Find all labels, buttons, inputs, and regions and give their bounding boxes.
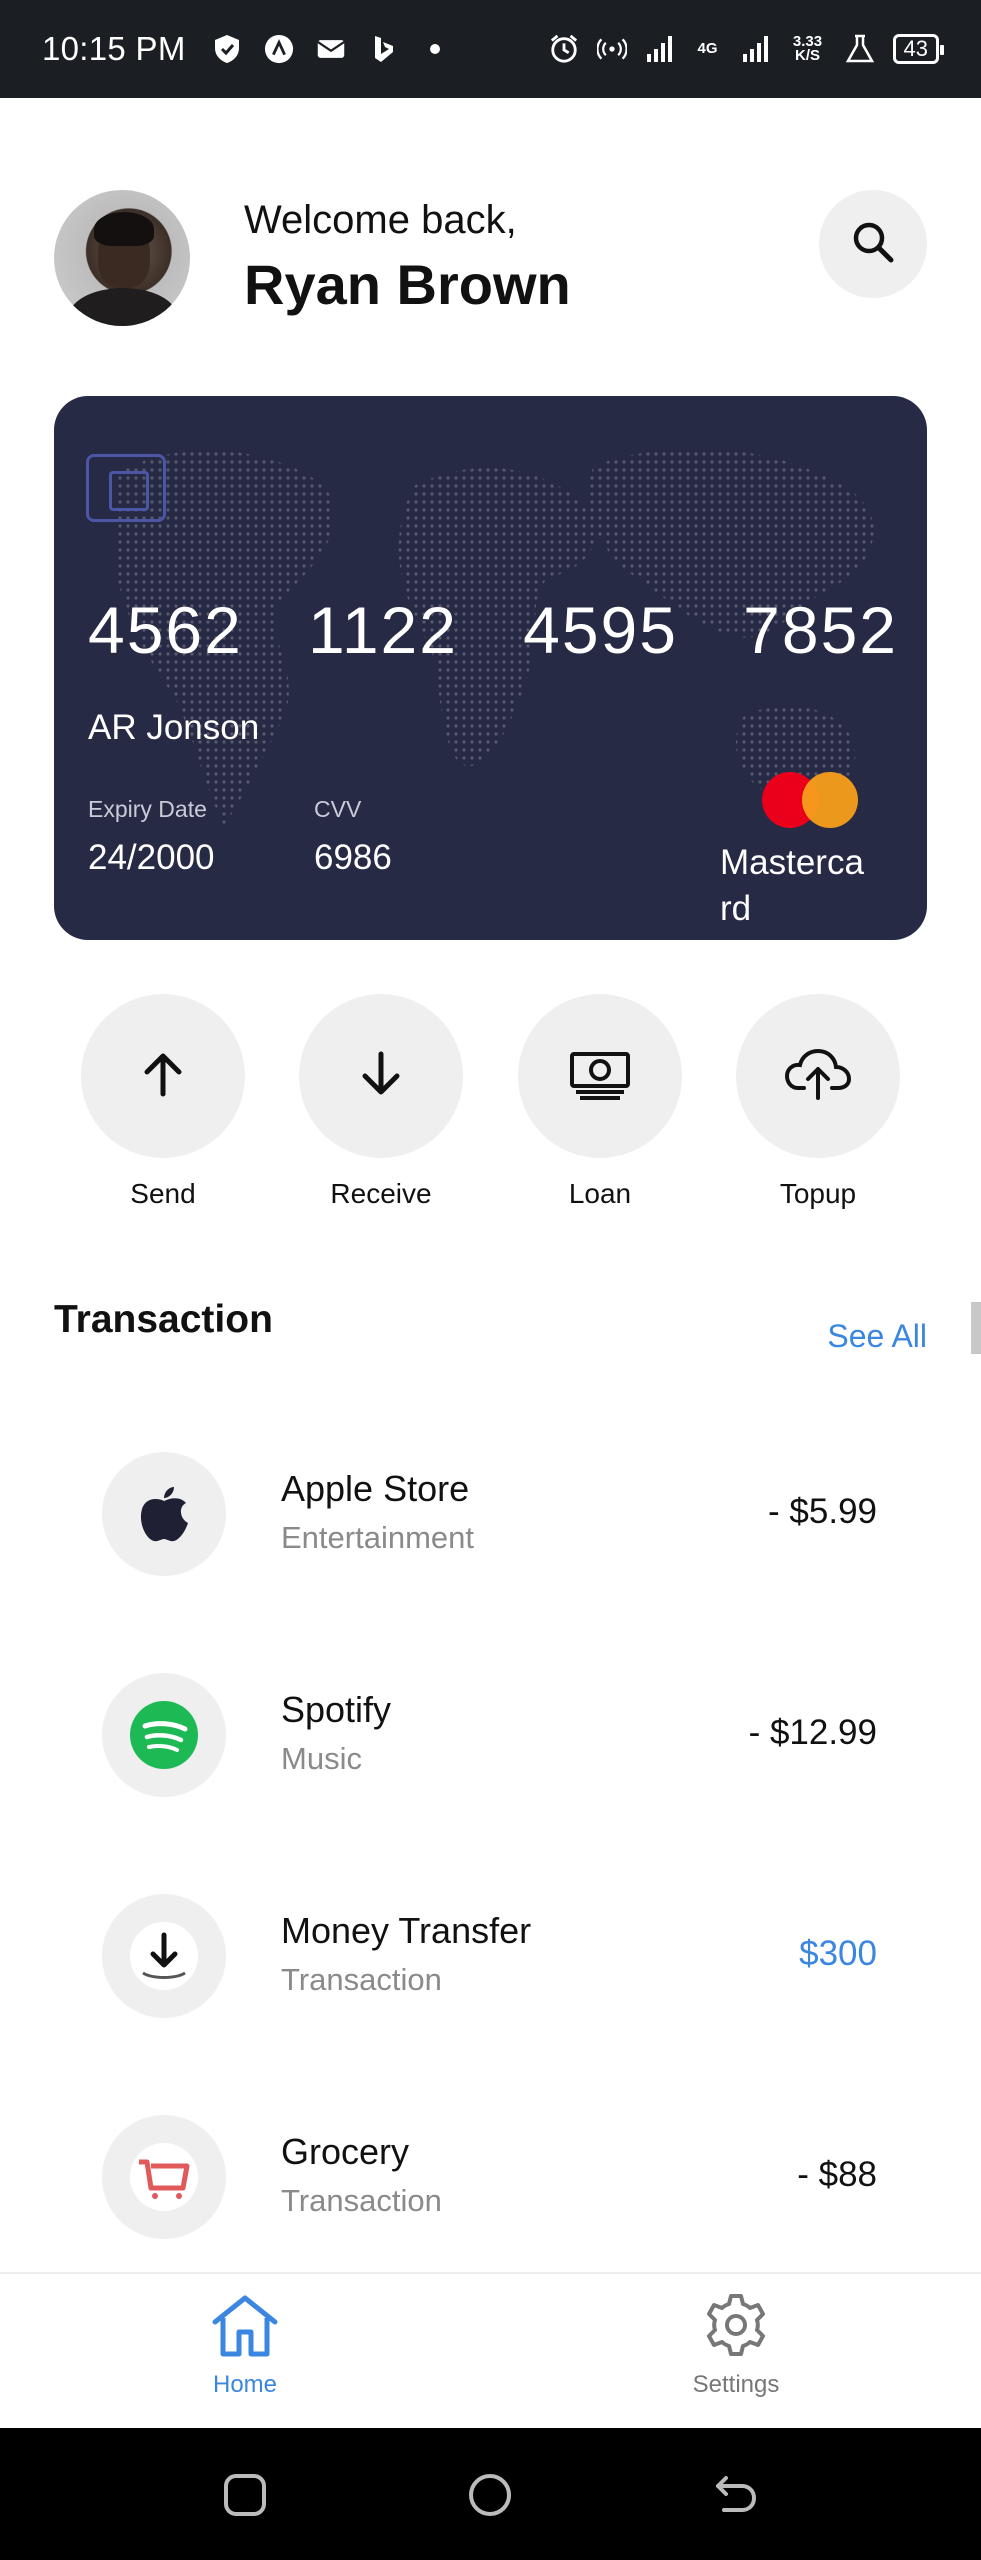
welcome-text: Welcome back, — [244, 198, 517, 242]
nav-home[interactable]: Home — [145, 2292, 345, 2399]
nav-settings-label: Settings — [692, 2371, 780, 2398]
notification-icons — [212, 34, 450, 64]
back-button[interactable] — [712, 2472, 758, 2518]
card-holder-name: AR Jonson — [88, 708, 260, 747]
flask-icon — [845, 34, 875, 64]
send-button[interactable]: Send — [81, 994, 245, 1210]
loan-label: Loan — [568, 1178, 632, 1209]
home-icon — [209, 2295, 281, 2362]
header: Welcome back, Ryan Brown — [54, 190, 927, 328]
nav-home-label: Home — [212, 2371, 278, 2398]
transaction-name: Money Transfer — [281, 1910, 532, 1951]
bottom-navigation: Home Settings — [0, 2272, 981, 2428]
user-name: Ryan Brown — [244, 253, 571, 316]
net-speed: 3.33 K/S — [789, 34, 827, 64]
status-time: 10:15 PM — [42, 30, 186, 67]
send-label: Send — [130, 1178, 196, 1209]
home-system-button[interactable] — [467, 2472, 513, 2518]
transaction-name: Apple Store — [281, 1468, 470, 1509]
cvv-value: 6986 — [314, 838, 392, 877]
cvv-label: CVV — [314, 796, 362, 822]
money-icon — [568, 1046, 632, 1107]
transaction-category: Entertainment — [281, 1520, 474, 1555]
card-brand: Mastercard — [720, 843, 864, 928]
mastercard-logo-icon — [762, 772, 862, 828]
status-bar: 10:15 PM 4G 3.33 K/S 43 — [0, 0, 981, 98]
expiry-label: Expiry Date — [88, 796, 207, 822]
transaction-amount: $300 — [799, 1934, 877, 1973]
transaction-item-money-transfer[interactable]: Money Transfer Transaction $300 — [0, 1894, 981, 2018]
cloud-upload-icon — [784, 1046, 852, 1107]
transaction-item-spotify[interactable]: Spotify Music - $12.99 — [0, 1673, 981, 1797]
signal-2-icon — [741, 34, 771, 64]
chip-icon — [86, 454, 166, 522]
receive-label: Receive — [330, 1178, 432, 1209]
topup-button[interactable]: Topup — [736, 994, 900, 1210]
network-type-label: 4G — [697, 40, 718, 57]
spotify-icon — [102, 1673, 226, 1797]
download-icon — [102, 1894, 226, 2018]
gear-icon — [703, 2294, 769, 2362]
transaction-item-apple-store[interactable]: Apple Store Entertainment - $5.99 — [0, 1452, 981, 1576]
mail-icon — [316, 34, 346, 64]
see-all-link[interactable]: See All — [827, 1318, 927, 1355]
scroll-indicator — [971, 1302, 981, 1354]
card-number-group: 4562 — [88, 593, 243, 667]
alarm-icon — [549, 34, 579, 64]
card-number-group: 4595 — [523, 593, 678, 667]
net-speed-unit: K/S — [795, 47, 821, 64]
transaction-amount: - $12.99 — [748, 1713, 877, 1752]
app-notification-icon — [264, 34, 294, 64]
system-icons: 4G 3.33 K/S 43 — [549, 34, 945, 64]
shield-icon — [212, 34, 242, 64]
search-icon — [849, 218, 897, 271]
transaction-category: Music — [281, 1741, 362, 1776]
card-number-group: 1122 — [308, 593, 458, 667]
cart-icon — [102, 2115, 226, 2239]
quick-actions: Send Receive Loan Topup — [54, 994, 927, 1214]
card-number-group: 7852 — [743, 593, 898, 667]
battery-indicator: 43 — [892, 34, 945, 64]
loan-button[interactable]: Loan — [518, 994, 682, 1210]
avatar[interactable] — [54, 190, 190, 326]
transaction-category: Transaction — [281, 2183, 442, 2218]
expiry-value: 24/2000 — [88, 838, 215, 877]
arrow-up-icon — [135, 1046, 191, 1107]
search-button[interactable] — [819, 190, 927, 298]
transaction-amount: - $88 — [797, 2155, 877, 2194]
recent-apps-button[interactable] — [222, 2472, 268, 2518]
transaction-name: Grocery — [281, 2131, 410, 2172]
credit-card[interactable]: 4562 1122 4595 7852 AR Jonson Expiry Dat… — [54, 396, 927, 940]
transaction-amount: - $5.99 — [768, 1492, 877, 1531]
transaction-name: Spotify — [281, 1689, 392, 1730]
transactions-title: Transaction — [54, 1298, 273, 1341]
apple-icon — [102, 1452, 226, 1576]
transaction-item-grocery[interactable]: Grocery Transaction - $88 — [0, 2115, 981, 2239]
nav-settings[interactable]: Settings — [636, 2292, 836, 2399]
signal-icon — [645, 34, 675, 64]
card-number: 4562 1122 4595 7852 — [88, 592, 898, 668]
arrow-down-icon — [353, 1046, 409, 1107]
more-notifications-icon — [420, 34, 450, 64]
bing-icon — [368, 34, 398, 64]
system-navigation-bar — [0, 2428, 981, 2560]
receive-button[interactable]: Receive — [299, 994, 463, 1210]
transaction-category: Transaction — [281, 1962, 442, 1997]
topup-label: Topup — [779, 1178, 857, 1209]
hotspot-icon — [596, 34, 627, 64]
